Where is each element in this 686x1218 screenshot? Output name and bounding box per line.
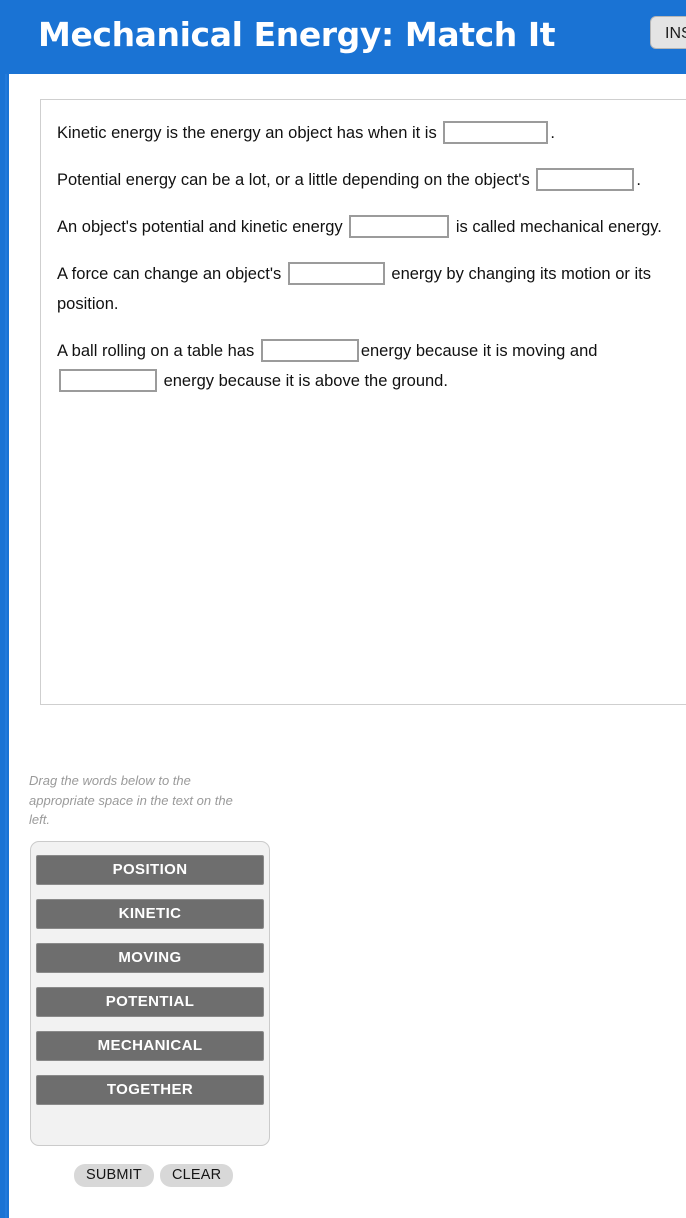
app-header: Mechanical Energy: Match It INSTRUCTIONS bbox=[0, 0, 686, 74]
app-root: Mechanical Energy: Match It INSTRUCTIONS… bbox=[0, 0, 686, 1218]
sentence-text: Kinetic energy is the energy an object h… bbox=[57, 124, 442, 142]
word-tile[interactable]: POTENTIAL bbox=[36, 987, 264, 1017]
sentence-text: A force can change an object's bbox=[57, 265, 286, 283]
word-tile[interactable]: POSITION bbox=[36, 855, 264, 885]
sentence-text: Potential energy can be a lot, or a litt… bbox=[57, 171, 535, 189]
sentence-text: energy because it is above the ground. bbox=[159, 372, 448, 390]
sentence: A force can change an object's energy by… bbox=[57, 259, 686, 319]
answer-blank[interactable] bbox=[443, 121, 549, 145]
sentence: An object's potential and kinetic energy… bbox=[57, 212, 686, 242]
sentence: Potential energy can be a lot, or a litt… bbox=[57, 165, 686, 195]
clear-button[interactable]: CLEAR bbox=[159, 1164, 234, 1187]
sentence: Kinetic energy is the energy an object h… bbox=[57, 118, 686, 148]
word-bank-panel: POSITION KINETIC MOVING POTENTIAL MECHANICAL… bbox=[30, 841, 270, 1146]
answer-blank[interactable] bbox=[349, 215, 450, 239]
answer-blank[interactable] bbox=[59, 369, 157, 393]
word-tile[interactable]: TOGETHER bbox=[36, 1075, 264, 1105]
left-accent-rail-highlight bbox=[5, 0, 7, 1218]
sentence-text: A ball rolling on a table has bbox=[57, 342, 259, 360]
word-tile[interactable]: MECHANICAL bbox=[36, 1031, 264, 1061]
page-title: Mechanical Energy: Match It bbox=[38, 15, 556, 54]
exercise-text-panel: Kinetic energy is the energy an object h… bbox=[40, 99, 686, 705]
left-accent-rail bbox=[0, 0, 9, 1218]
answer-blank[interactable] bbox=[260, 339, 359, 363]
sentence-text: An object's potential and kinetic energy bbox=[57, 218, 348, 236]
answer-blank[interactable] bbox=[287, 262, 385, 286]
sentence-text: . bbox=[550, 124, 555, 142]
action-button-row: SUBMIT CLEAR bbox=[74, 1164, 234, 1187]
sentence: A ball rolling on a table has energy bec… bbox=[57, 336, 686, 396]
instructions-button[interactable]: INSTRUCTIONS bbox=[650, 16, 686, 49]
sentence-text: energy because it is moving and bbox=[360, 342, 598, 360]
word-tile[interactable]: MOVING bbox=[36, 943, 264, 973]
word-tile[interactable]: KINETIC bbox=[36, 899, 264, 929]
sentence-text: . bbox=[636, 171, 641, 189]
sentence-text: is called mechanical energy. bbox=[451, 218, 662, 236]
sentence-list: Kinetic energy is the energy an object h… bbox=[57, 118, 686, 413]
drag-instructions-text: Drag the words below to the appropriate … bbox=[29, 773, 233, 827]
submit-button[interactable]: SUBMIT bbox=[74, 1164, 154, 1187]
answer-blank[interactable] bbox=[536, 168, 635, 192]
